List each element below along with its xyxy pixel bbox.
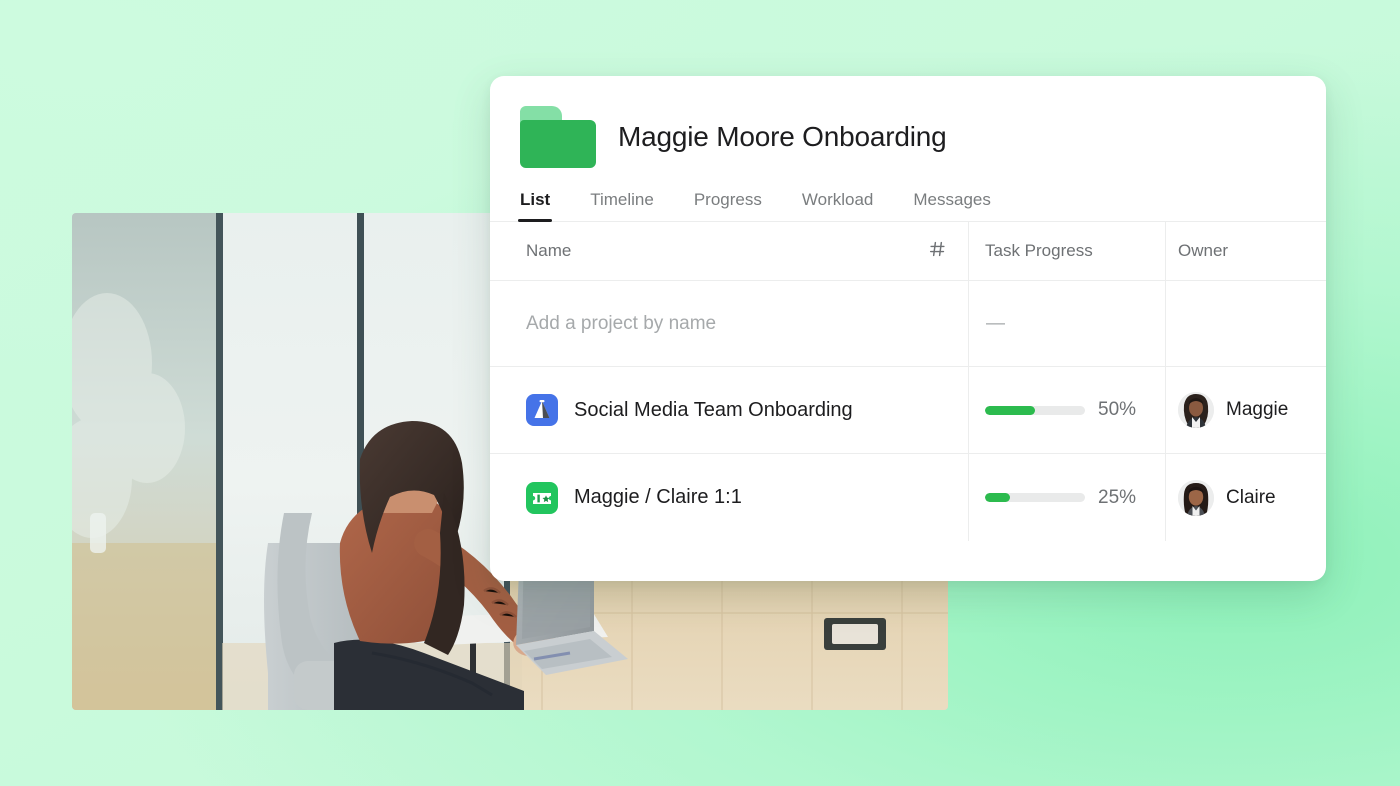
progress-bar	[985, 493, 1085, 502]
folder-icon	[520, 106, 596, 168]
project-card: Maggie Moore Onboarding List Timeline Pr…	[490, 76, 1326, 581]
column-header-owner-label: Owner	[1178, 241, 1229, 260]
add-project-progress-dash: —	[986, 312, 1005, 334]
add-project-progress-cell: —	[968, 281, 1165, 366]
tab-messages[interactable]: Messages	[911, 190, 992, 221]
column-header-owner[interactable]: Owner	[1165, 222, 1326, 280]
progress-percent-label: 50%	[1098, 399, 1137, 420]
projects-table: Name Task Progress Owner Add a project b…	[490, 222, 1326, 541]
tab-bar: List Timeline Progress Workload Messages	[490, 168, 1326, 222]
column-header-name[interactable]: Name	[490, 222, 968, 280]
avatar	[1178, 392, 1214, 428]
project-owner-label: Maggie	[1226, 399, 1289, 420]
avatar	[1178, 479, 1214, 516]
add-project-owner-cell[interactable]	[1165, 281, 1326, 366]
project-name-cell[interactable]: Maggie / Claire 1:1	[490, 454, 968, 541]
card-header: Maggie Moore Onboarding	[490, 76, 1326, 168]
project-progress-cell: 50%	[968, 367, 1165, 453]
column-header-name-label: Name	[526, 241, 572, 260]
avatar-image	[1178, 392, 1214, 428]
project-owner-cell[interactable]: Claire	[1165, 454, 1326, 541]
project-name-label: Maggie / Claire 1:1	[574, 486, 742, 508]
table-header-row: Name Task Progress Owner	[490, 222, 1326, 281]
hash-icon[interactable]	[929, 241, 946, 262]
progress-bar-fill	[985, 493, 1010, 502]
avatar-image	[1178, 479, 1214, 516]
ticket-star-icon-glyph	[533, 492, 551, 504]
flask-icon-glyph	[534, 400, 550, 418]
progress-bar	[985, 405, 1085, 415]
page-title: Maggie Moore Onboarding	[618, 121, 947, 152]
tab-list[interactable]: List	[518, 190, 553, 222]
column-header-task-progress[interactable]: Task Progress	[968, 222, 1165, 280]
tab-workload[interactable]: Workload	[800, 190, 876, 221]
project-owner-label: Claire	[1226, 486, 1276, 508]
ticket-star-icon	[526, 481, 558, 514]
tab-timeline[interactable]: Timeline	[588, 190, 656, 221]
project-name-cell[interactable]: Social Media Team Onboarding	[490, 367, 968, 453]
progress-bar-fill	[985, 405, 1035, 415]
add-project-row[interactable]: Add a project by name —	[490, 281, 1326, 367]
project-owner-cell[interactable]: Maggie	[1165, 367, 1326, 453]
table-row[interactable]: Maggie / Claire 1:1 25% Claire	[490, 454, 1326, 541]
flask-icon	[526, 394, 558, 426]
project-progress-cell: 25%	[968, 454, 1165, 541]
column-header-task-progress-label: Task Progress	[985, 241, 1093, 260]
project-name-label: Social Media Team Onboarding	[574, 398, 853, 421]
tab-progress[interactable]: Progress	[692, 190, 764, 221]
add-project-name-cell[interactable]: Add a project by name	[490, 281, 968, 366]
add-project-placeholder[interactable]: Add a project by name	[526, 313, 716, 335]
table-row[interactable]: Social Media Team Onboarding 50% Maggie	[490, 367, 1326, 454]
progress-percent-label: 25%	[1098, 486, 1137, 508]
folder-body	[520, 120, 596, 168]
